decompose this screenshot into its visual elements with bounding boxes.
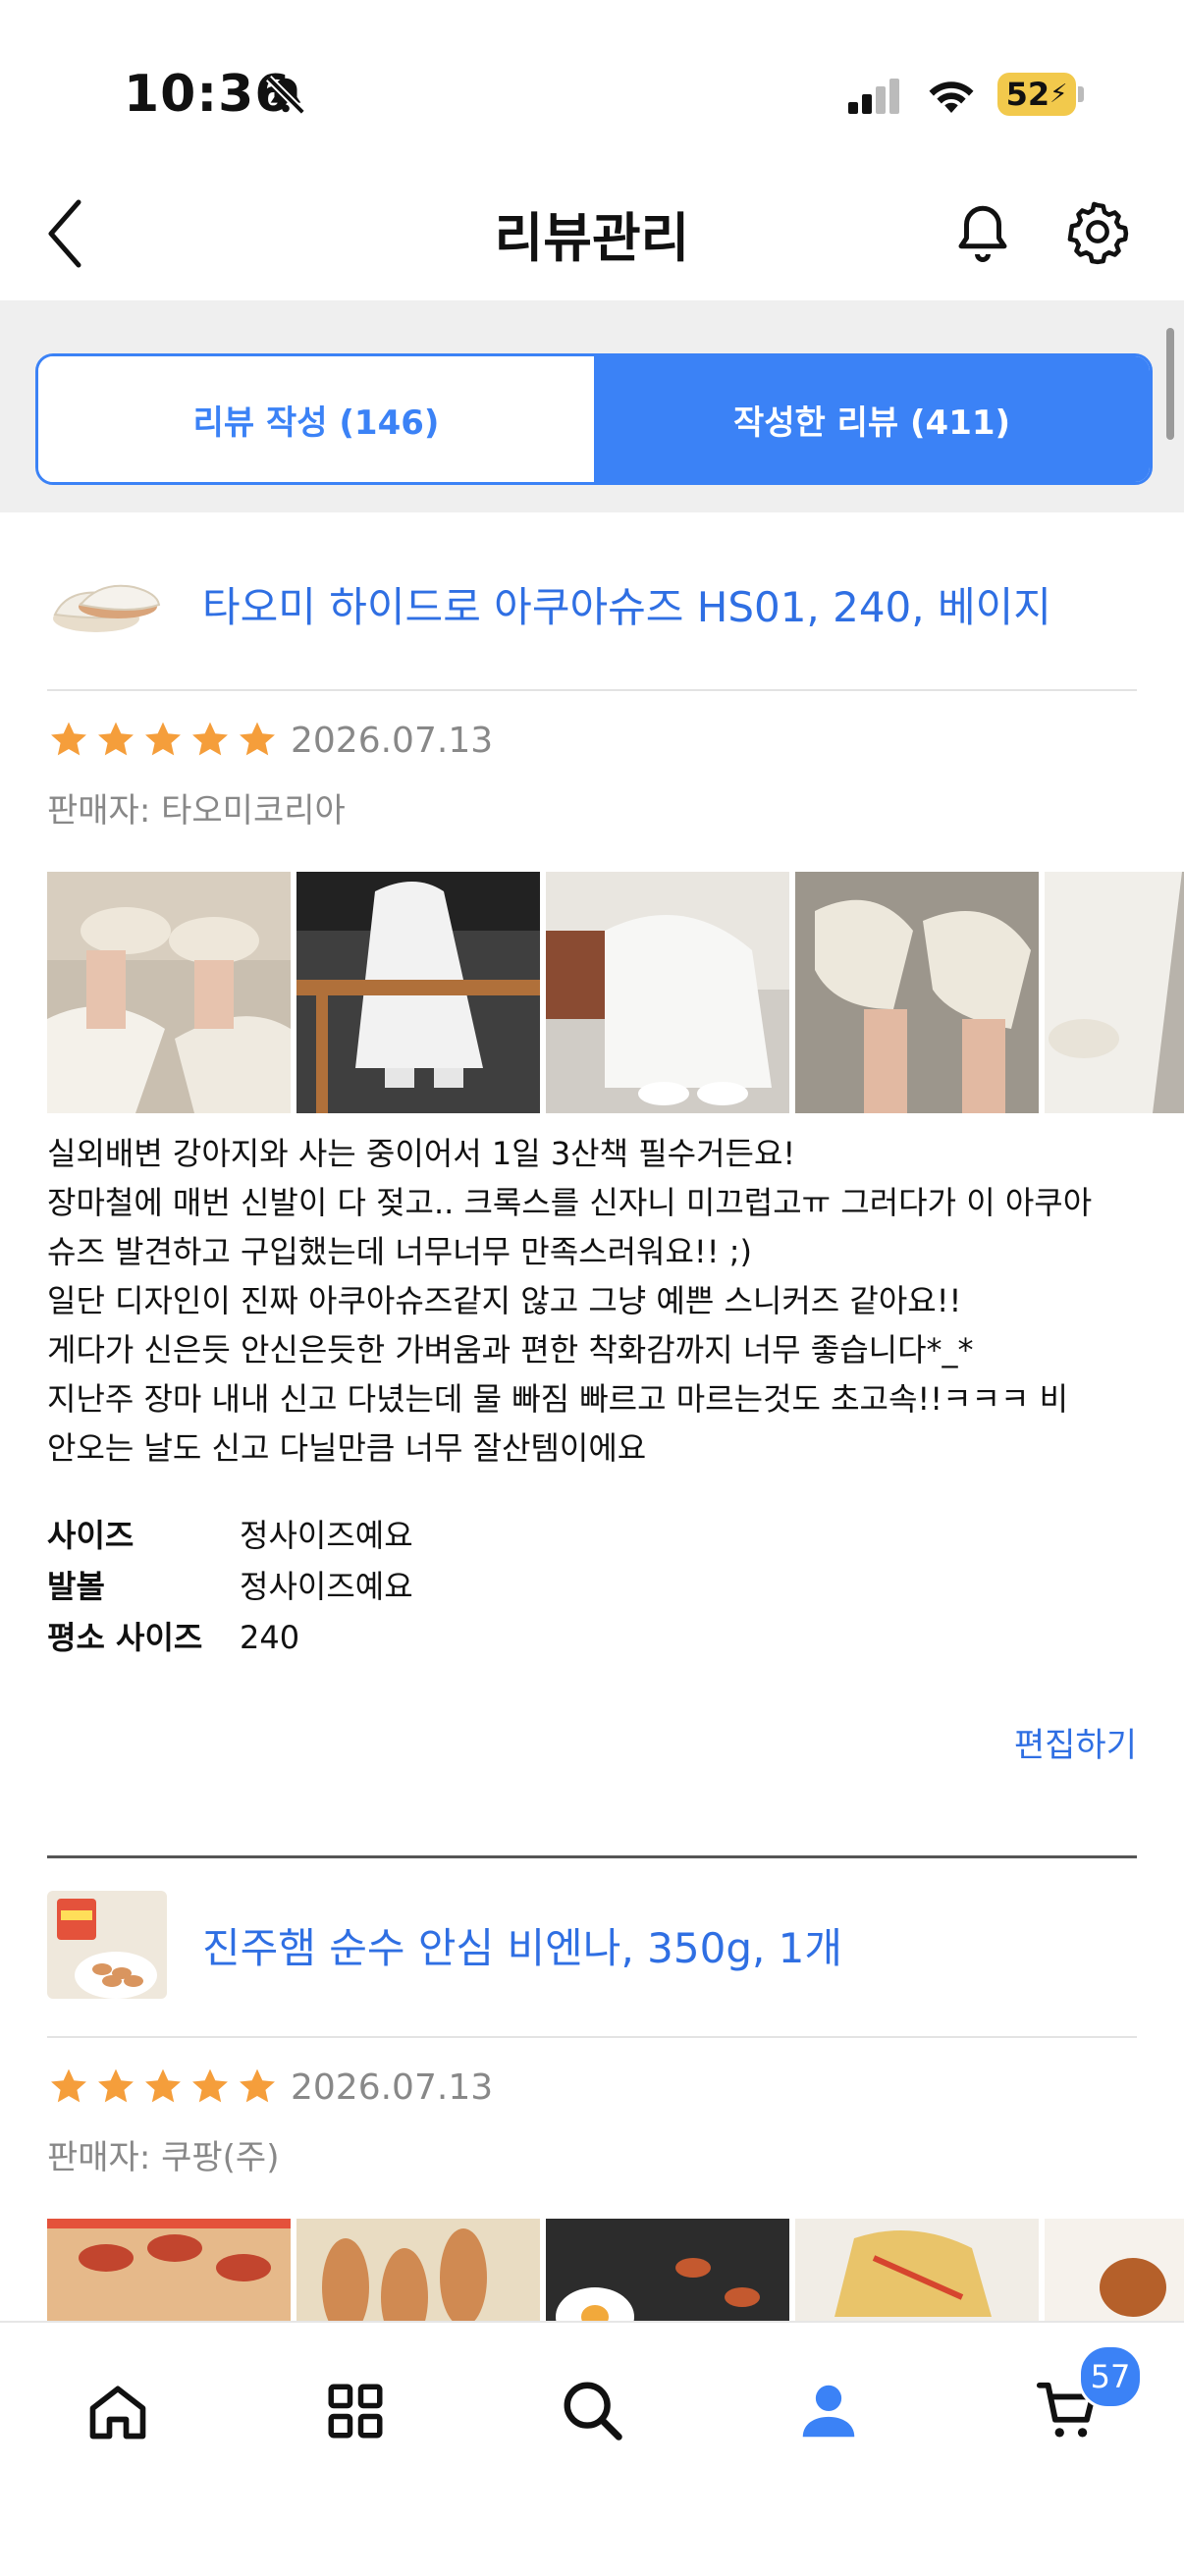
grid-icon (328, 2384, 383, 2439)
review-tabs: 리뷰 작성 (146) 작성한 리뷰 (411) (35, 353, 1153, 485)
battery-charging-icon: 52 ⚡ (997, 73, 1076, 116)
review-text-line: 지난주 장마 내내 신고 다녔는데 물 빠짐 빠르고 마르는것도 초고속!!ㅋㅋ… (47, 1380, 1069, 1418)
bottom-navigation: 57 (0, 2321, 1184, 2576)
review-text-line: 일단 디자인이 진짜 아쿠아슈즈같지 않고 그냥 예쁜 스니커즈 같아요!! (47, 1282, 962, 1319)
search-icon (564, 2382, 622, 2441)
star-icon (192, 722, 228, 756)
review-photo[interactable] (546, 2219, 789, 2321)
app-header: 리뷰관리 (0, 167, 1184, 300)
nav-my-account[interactable] (785, 2368, 872, 2454)
signal-icon (848, 79, 899, 114)
wifi-icon (929, 81, 974, 113)
attribute-key: 사이즈 (47, 1517, 135, 1554)
review-text-line: 안오는 날도 신고 다닐만큼 너무 잘산템이에요 (47, 1429, 647, 1467)
review-photos (47, 2219, 1184, 2321)
star-icon (98, 2068, 134, 2103)
review-text-line: 실외배변 강아지와 사는 중이어서 1일 3산책 필수거든요! (47, 1135, 796, 1172)
review-photo[interactable] (546, 872, 789, 1113)
review-date: 2026.07.13 (291, 720, 494, 761)
star-rating (47, 2066, 279, 2109)
seller-name: 판매자: 타오미코리아 (47, 791, 346, 831)
seller-name: 판매자: 쿠팡(주) (47, 2138, 280, 2177)
nav-search[interactable] (550, 2368, 636, 2454)
attribute-row: 평소 사이즈 240 (47, 1612, 413, 1663)
tab-write-review[interactable]: 리뷰 작성 (146) (38, 356, 594, 482)
review-separator (47, 1855, 1137, 1858)
divider (47, 2036, 1137, 2038)
review-date: 2026.07.13 (291, 2066, 494, 2108)
status-bar: 10:36 52 ⚡ (0, 0, 1184, 167)
attribute-value: 정사이즈예요 (240, 1517, 413, 1554)
review-photo[interactable] (1045, 2219, 1184, 2321)
review-text-line: 게다가 신은듯 안신은듯한 가벼움과 편한 착화감까지 너무 좋습니다*_* (47, 1331, 974, 1368)
star-icon (145, 722, 181, 756)
user-icon (802, 2385, 855, 2438)
review-text-line: 슈즈 발견하고 구입했는데 너무너무 만족스러워요!! ;) (47, 1233, 753, 1270)
attribute-row: 사이즈 정사이즈예요 (47, 1510, 413, 1561)
review-photo[interactable] (795, 872, 1039, 1113)
review-product-row[interactable]: 타오미 하이드로 아쿠아슈즈 HS01, 240, 베이지 (47, 550, 1051, 658)
review-photo[interactable] (1045, 872, 1184, 1113)
attribute-value: 240 (240, 1619, 300, 1656)
home-icon (89, 2386, 146, 2440)
review-photo[interactable] (47, 2219, 291, 2321)
battery-level: 52 (1005, 76, 1050, 113)
rating-row: 2026.07.13 (47, 719, 493, 762)
review-text: 실외배변 강아지와 사는 중이어서 1일 3산책 필수거든요! 장마철에 매번 … (47, 1129, 1147, 1473)
nav-categories[interactable] (312, 2368, 399, 2454)
cart-count-badge: 57 (1078, 2344, 1143, 2409)
review-photo[interactable] (795, 2219, 1039, 2321)
nav-home[interactable] (75, 2368, 161, 2454)
scrollbar[interactable] (1166, 328, 1174, 440)
review-photo[interactable] (296, 872, 540, 1113)
attribute-row: 발볼 정사이즈예요 (47, 1561, 413, 1612)
review-attributes: 사이즈 정사이즈예요 발볼 정사이즈예요 평소 사이즈 240 (47, 1510, 413, 1663)
divider (47, 689, 1137, 691)
bell-slash-icon (266, 76, 305, 115)
star-icon (51, 2068, 86, 2103)
review-text-line: 장마철에 매번 신발이 다 젖고.. 크록스를 신자니 미끄럽고ㅠ 그러다가 이… (47, 1184, 1093, 1221)
star-icon (98, 722, 134, 756)
review-photo[interactable] (47, 872, 291, 1113)
review-photo[interactable] (296, 2219, 540, 2321)
gear-icon[interactable] (1064, 198, 1131, 265)
battery-tip (1078, 86, 1084, 102)
bell-icon[interactable] (950, 198, 1015, 267)
attribute-value: 정사이즈예요 (240, 1568, 413, 1605)
product-name[interactable]: 타오미 하이드로 아쿠아슈즈 HS01, 240, 베이지 (202, 574, 1051, 634)
product-thumbnail (47, 550, 167, 658)
star-icon (145, 2068, 181, 2103)
tabs-area: 리뷰 작성 (146) 작성한 리뷰 (411) (0, 300, 1184, 512)
star-rating (47, 719, 279, 762)
product-thumbnail (47, 1891, 167, 1999)
star-icon (240, 2068, 275, 2103)
rating-row: 2026.07.13 (47, 2066, 493, 2109)
attribute-key: 평소 사이즈 (47, 1619, 203, 1656)
review-photos (47, 872, 1184, 1113)
edit-review-button[interactable]: 편집하기 (1014, 1718, 1137, 1766)
star-icon (240, 722, 275, 756)
product-name[interactable]: 진주햄 순수 안심 비엔나, 350g, 1개 (202, 1915, 842, 1975)
review-product-row[interactable]: 진주햄 순수 안심 비엔나, 350g, 1개 (47, 1891, 842, 1999)
attribute-key: 발볼 (47, 1568, 105, 1605)
star-icon (192, 2068, 228, 2103)
tab-written-reviews[interactable]: 작성한 리뷰 (411) (594, 356, 1150, 482)
star-icon (51, 722, 86, 756)
